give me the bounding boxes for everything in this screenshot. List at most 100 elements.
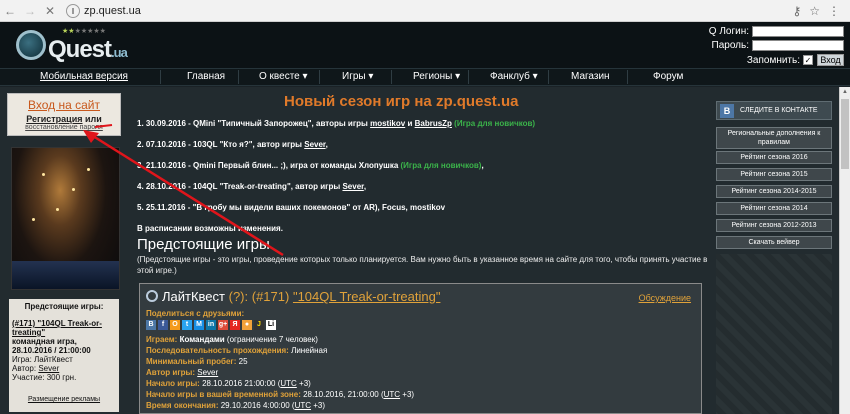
odnoklassniki-icon[interactable]: О xyxy=(170,320,180,330)
news-item: 5. 25.11.2016 - "В гробу мы видели ваших… xyxy=(137,203,707,224)
upcoming-game-kind: Игра: ЛайтКвест xyxy=(12,355,73,364)
news-text: и xyxy=(405,119,415,128)
forward-icon[interactable]: → xyxy=(20,1,40,21)
menu-item-fanclub[interactable]: Фанклуб ▾ xyxy=(490,71,538,82)
rating-2015-button[interactable]: Рейтинг сезона 2015 xyxy=(716,168,832,181)
login-label: Q Логин: xyxy=(708,26,749,37)
utc-link[interactable]: UTC xyxy=(384,390,400,399)
vk-follow-label: СЛЕДИТЕ В КОНТАКТЕ xyxy=(740,107,818,114)
news-item: 4. 28.10.2016 - 104QL "Treak-or-treating… xyxy=(137,182,707,203)
vk-icon[interactable]: В xyxy=(146,320,156,330)
vk-follow-button[interactable]: В СЛЕДИТЕ В КОНТАКТЕ xyxy=(716,101,832,120)
liveinternet-icon[interactable]: Li xyxy=(266,320,276,330)
rating-2014-2015-button[interactable]: Рейтинг сезона 2014-2015 xyxy=(716,185,832,198)
remember-label: Запомнить: xyxy=(746,54,800,66)
ads-link[interactable]: Размещение рекламы xyxy=(12,396,116,403)
game-link[interactable]: "104QL Treak-or-treating" xyxy=(293,289,440,304)
detail-key: Автор игры: xyxy=(146,368,198,377)
remember-checkbox[interactable]: ✓ xyxy=(803,55,813,65)
menu-separator xyxy=(468,70,469,84)
author-link[interactable]: Sever xyxy=(304,140,325,149)
download-waiver-button[interactable]: Скачать вейвер xyxy=(716,236,832,249)
rating-2016-button[interactable]: Рейтинг сезона 2016 xyxy=(716,151,832,164)
moi-mir-icon[interactable]: ● xyxy=(242,320,252,330)
discussion-link[interactable]: Обсуждение xyxy=(639,293,691,303)
menu-separator xyxy=(391,70,392,84)
login-link[interactable]: Вход на сайт xyxy=(8,98,120,112)
detail-value: 25 xyxy=(238,357,248,366)
yandex-icon[interactable]: Я xyxy=(230,320,240,330)
star-icon[interactable]: ☆ xyxy=(809,4,820,18)
detail-row: Последовательность прохождения: Линейная xyxy=(146,345,414,356)
utc-link[interactable]: UTC xyxy=(280,379,296,388)
detail-value: Линейная xyxy=(291,346,328,355)
key-icon[interactable]: ⚷ xyxy=(792,4,801,18)
back-icon[interactable]: ← xyxy=(0,1,20,21)
stop-icon[interactable]: ✕ xyxy=(40,1,60,21)
fireworks-photo xyxy=(11,147,120,290)
utc-link[interactable]: UTC xyxy=(295,401,311,410)
scrollbar[interactable]: ▲ xyxy=(839,87,850,414)
section-title: Предстоящие игры xyxy=(137,236,270,253)
detail-note: (ограничение 7 человек) xyxy=(224,335,318,344)
detail-row: Начало игры: 28.10.2016 21:00:00 (UTC +3… xyxy=(146,378,414,389)
upcoming-game-date: 28.10.2016 / 21:00:00 xyxy=(12,346,91,355)
news-text: , xyxy=(363,182,367,191)
password-label: Пароль: xyxy=(711,40,749,51)
google-plus-icon[interactable]: g+ xyxy=(218,320,228,330)
livejournal-icon[interactable]: J xyxy=(254,320,264,330)
upcoming-author-link[interactable]: Sever xyxy=(38,364,59,373)
menu-mobile-version[interactable]: Мобильная версия xyxy=(40,71,128,82)
news-list: 1. 30.09.2016 - QMini "Типичный Запороже… xyxy=(137,119,707,245)
scrollbar-thumb[interactable] xyxy=(841,99,849,169)
address-bar[interactable]: zp.quest.ua xyxy=(66,2,792,20)
menu-item-forum[interactable]: Форум xyxy=(653,71,683,82)
menu-item-home[interactable]: Главная xyxy=(187,71,225,82)
upcoming-games-widget: Предстоящие игры: (#171) "104QL Treak-or… xyxy=(9,299,119,412)
author-link[interactable]: mostikov xyxy=(370,119,405,128)
detail-row: Автор игры: Sever xyxy=(146,367,414,378)
main-menu: Мобильная версия Главная О квесте ▾ Игры… xyxy=(0,68,850,86)
menu-separator xyxy=(238,70,239,84)
menu-item-games[interactable]: Игры ▾ xyxy=(342,71,373,82)
detail-author-link[interactable]: Sever xyxy=(197,368,218,377)
game-card: ЛайтКвест (?): (#171) "104QL Treak-or-tr… xyxy=(139,283,702,414)
regional-rules-button[interactable]: Региональные дополнения к правилам xyxy=(716,127,832,149)
upcoming-game-link[interactable]: (#171) "104QL Treak-or-treating" xyxy=(12,319,116,337)
rating-2014-button[interactable]: Рейтинг сезона 2014 xyxy=(716,202,832,215)
info-icon[interactable] xyxy=(66,3,80,18)
twitter-icon[interactable]: t xyxy=(182,320,192,330)
password-input[interactable] xyxy=(752,40,844,51)
menu-separator xyxy=(548,70,549,84)
menu-icon[interactable]: ⋮ xyxy=(828,4,840,18)
login-input[interactable] xyxy=(752,26,844,37)
menu-item-regions[interactable]: Регионы ▾ xyxy=(413,71,460,82)
author-link[interactable]: Sever xyxy=(342,182,363,191)
menu-item-about[interactable]: О квесте ▾ xyxy=(259,71,308,82)
author-link[interactable]: BabrusZp xyxy=(415,119,452,128)
rating-2012-2013-button[interactable]: Рейтинг сезона 2012-2013 xyxy=(716,219,832,232)
register-link[interactable]: Регистрация xyxy=(26,114,82,124)
beginner-tag: (Игра для новичков) xyxy=(451,119,536,128)
detail-key: Начало игры: xyxy=(146,379,203,388)
firework-spark xyxy=(32,218,35,221)
detail-value: Командами xyxy=(179,335,225,344)
detail-tz: +3) xyxy=(400,390,415,399)
linkedin-icon[interactable]: in xyxy=(206,320,216,330)
mailru-icon[interactable]: М xyxy=(194,320,204,330)
enter-button[interactable]: Вход xyxy=(817,54,844,66)
help-link[interactable]: (?): xyxy=(229,289,249,304)
browser-actions: ⚷ ☆ ⋮ xyxy=(792,4,850,18)
news-item: 2. 07.10.2016 - 103QL "Кто я?", автор иг… xyxy=(137,140,707,161)
game-number: (#171) xyxy=(251,289,290,304)
scroll-up-icon[interactable]: ▲ xyxy=(842,89,848,95)
menu-item-shop[interactable]: Магазин xyxy=(571,71,610,82)
menu-separator xyxy=(160,70,161,84)
site-logo[interactable]: ★★★★★★★ Quest.ua xyxy=(14,26,128,64)
logo-text: Quest.ua xyxy=(48,36,128,64)
site-header: ★★★★★★★ Quest.ua Q Логин: Пароль: Запомн… xyxy=(0,22,850,68)
upcoming-game-type: командная игра, xyxy=(12,337,77,346)
browser-toolbar: ← → ✕ zp.quest.ua ⚷ ☆ ⋮ xyxy=(0,0,850,22)
facebook-icon[interactable]: f xyxy=(158,320,168,330)
restore-password-link[interactable]: восстановление пароля xyxy=(8,124,120,131)
